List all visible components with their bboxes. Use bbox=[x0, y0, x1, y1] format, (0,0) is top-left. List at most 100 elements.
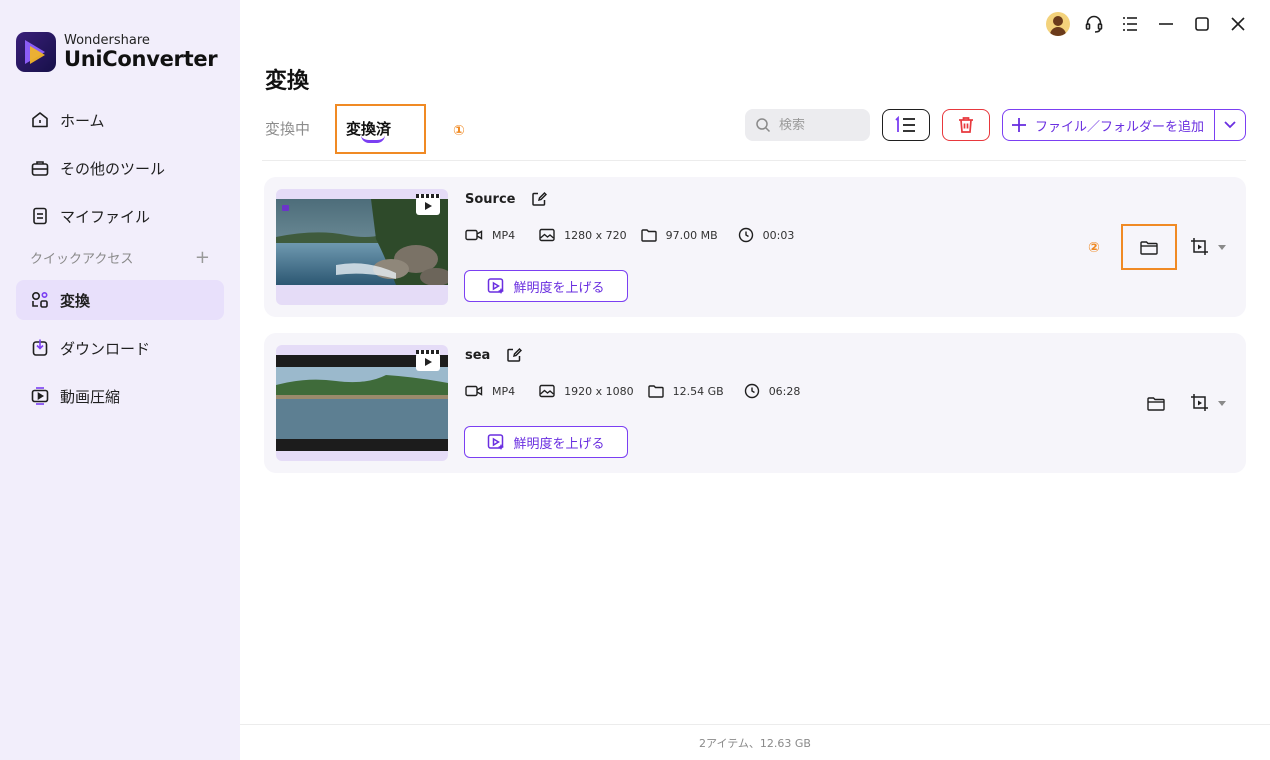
size-meta: 12.54 GB bbox=[647, 384, 724, 398]
file-name-text: sea bbox=[465, 347, 491, 363]
video-camera-icon bbox=[465, 229, 483, 241]
open-folder-button[interactable] bbox=[1128, 380, 1184, 426]
resolution-value: 1920 x 1080 bbox=[564, 384, 634, 398]
enhance-label: 鮮明度を上げる bbox=[513, 280, 605, 296]
tab-converting[interactable]: 変換中 bbox=[265, 118, 310, 139]
file-name: sea bbox=[465, 347, 523, 363]
search-input[interactable] bbox=[778, 117, 859, 133]
chevron-down-icon bbox=[1224, 121, 1236, 129]
maximize-icon bbox=[1195, 17, 1209, 31]
crop-video-icon bbox=[1191, 394, 1208, 411]
format-value: MP4 bbox=[492, 384, 516, 398]
folder-icon bbox=[647, 385, 664, 398]
sort-icon bbox=[895, 116, 915, 132]
compress-icon bbox=[31, 387, 49, 405]
play-icon[interactable] bbox=[416, 194, 440, 215]
edit-video-button[interactable] bbox=[1190, 393, 1228, 413]
annotation-marker-2: ② bbox=[1088, 240, 1100, 256]
file-card: sea MP4 1920 x 1080 12.54 GB 06:28 鮮明度を上… bbox=[264, 333, 1246, 473]
status-summary: 2アイテム、12.63 GB bbox=[699, 736, 811, 750]
duration-meta: 00:03 bbox=[738, 227, 795, 243]
file-meta: MP4 1920 x 1080 12.54 GB 06:28 bbox=[465, 383, 814, 399]
sidebar-item-convert[interactable]: 変換 bbox=[16, 280, 224, 320]
support-button[interactable] bbox=[1076, 10, 1112, 38]
header-divider bbox=[262, 160, 1246, 161]
folder-icon bbox=[1147, 396, 1165, 411]
enhance-button[interactable]: 鮮明度を上げる bbox=[464, 270, 628, 302]
menu-icon bbox=[1123, 17, 1137, 31]
caret-down-icon bbox=[1218, 245, 1226, 250]
file-name: Source bbox=[465, 191, 548, 207]
caret-down-icon bbox=[1218, 401, 1226, 406]
video-camera-icon bbox=[465, 385, 483, 397]
add-files-label: ファイル／フォルダーを追加 bbox=[1034, 119, 1204, 135]
enhance-icon bbox=[488, 434, 505, 450]
sidebar-item-download[interactable]: ダウンロード bbox=[16, 328, 224, 368]
sidebar-nav: ホーム その他のツール マイファイル クイックアクセス + 変換 ダウンロード … bbox=[16, 100, 224, 424]
enhance-icon bbox=[488, 278, 505, 294]
add-files-main[interactable]: ファイル／フォルダーを追加 bbox=[1003, 110, 1215, 140]
app-logo: Wondershare UniConverter bbox=[16, 32, 218, 72]
sidebar-item-label: ダウンロード bbox=[60, 339, 151, 358]
format-value: MP4 bbox=[492, 228, 516, 242]
enhance-button[interactable]: 鮮明度を上げる bbox=[464, 426, 628, 458]
resolution-meta: 1280 x 720 bbox=[539, 228, 627, 242]
add-files-dropdown[interactable] bbox=[1215, 110, 1245, 140]
size-meta: 97.00 MB bbox=[640, 228, 718, 242]
crop-video-icon bbox=[1191, 238, 1208, 255]
add-files-button[interactable]: ファイル／フォルダーを追加 bbox=[1001, 109, 1246, 141]
brand-name: UniConverter bbox=[64, 47, 218, 71]
format-meta: MP4 bbox=[465, 384, 515, 398]
avatar bbox=[1046, 12, 1070, 36]
logo-icon bbox=[16, 32, 56, 72]
menu-button[interactable] bbox=[1112, 10, 1148, 38]
quick-access-label: クイックアクセス bbox=[30, 251, 134, 267]
trash-icon bbox=[958, 117, 973, 133]
search-icon bbox=[756, 118, 771, 133]
annotation-marker-1: ① bbox=[453, 123, 465, 139]
folder-icon bbox=[640, 229, 657, 242]
format-meta: MP4 bbox=[465, 228, 515, 242]
rename-icon[interactable] bbox=[531, 191, 548, 207]
resolution-value: 1280 x 720 bbox=[564, 228, 627, 242]
file-card: Source MP4 1280 x 720 97.00 MB 00:03 鮮明度… bbox=[264, 177, 1246, 317]
sort-button[interactable] bbox=[881, 109, 930, 141]
maximize-button[interactable] bbox=[1184, 10, 1220, 38]
close-button[interactable] bbox=[1220, 10, 1256, 38]
edit-video-button[interactable] bbox=[1190, 237, 1228, 257]
minimize-button[interactable] bbox=[1148, 10, 1184, 38]
play-icon[interactable] bbox=[416, 350, 440, 371]
video-thumbnail[interactable] bbox=[276, 189, 448, 305]
sidebar-item-label: ホーム bbox=[60, 111, 105, 130]
close-icon bbox=[1231, 17, 1245, 31]
home-icon bbox=[32, 112, 48, 128]
enhance-label: 鮮明度を上げる bbox=[513, 436, 605, 452]
sidebar-item-my-files[interactable]: マイファイル bbox=[16, 196, 224, 236]
file-icon bbox=[33, 207, 47, 225]
brand-small: Wondershare bbox=[64, 33, 150, 48]
sidebar-item-home[interactable]: ホーム bbox=[16, 100, 224, 140]
account-button[interactable] bbox=[1040, 10, 1076, 38]
clock-icon bbox=[738, 227, 753, 243]
sidebar-item-label: 動画圧縮 bbox=[60, 387, 121, 406]
download-icon bbox=[32, 339, 48, 356]
status-bar: 2アイテム、12.63 GB bbox=[240, 724, 1270, 760]
sidebar-item-tools[interactable]: その他のツール bbox=[16, 148, 224, 188]
delete-button[interactable] bbox=[941, 109, 990, 141]
sidebar-item-label: その他のツール bbox=[60, 159, 166, 178]
quick-access-header: クイックアクセス + bbox=[14, 244, 224, 270]
sidebar-item-label: マイファイル bbox=[60, 207, 151, 226]
video-thumbnail[interactable] bbox=[276, 345, 448, 461]
duration-value: 00:03 bbox=[762, 228, 795, 242]
open-folder-button[interactable] bbox=[1121, 224, 1177, 270]
image-icon bbox=[539, 384, 555, 398]
sidebar-item-compress[interactable]: 動画圧縮 bbox=[16, 376, 224, 416]
duration-value: 06:28 bbox=[768, 384, 801, 398]
search-box[interactable] bbox=[744, 109, 870, 141]
size-value: 97.00 MB bbox=[665, 228, 718, 242]
rename-icon[interactable] bbox=[506, 347, 523, 363]
window-controls bbox=[1040, 10, 1256, 38]
plus-icon bbox=[1011, 118, 1026, 132]
add-quick-access-button[interactable]: + bbox=[195, 247, 210, 268]
main-panel: 変換 変換中 変換済 ① ファイル／フォルダーを追加 bbox=[240, 0, 1270, 760]
